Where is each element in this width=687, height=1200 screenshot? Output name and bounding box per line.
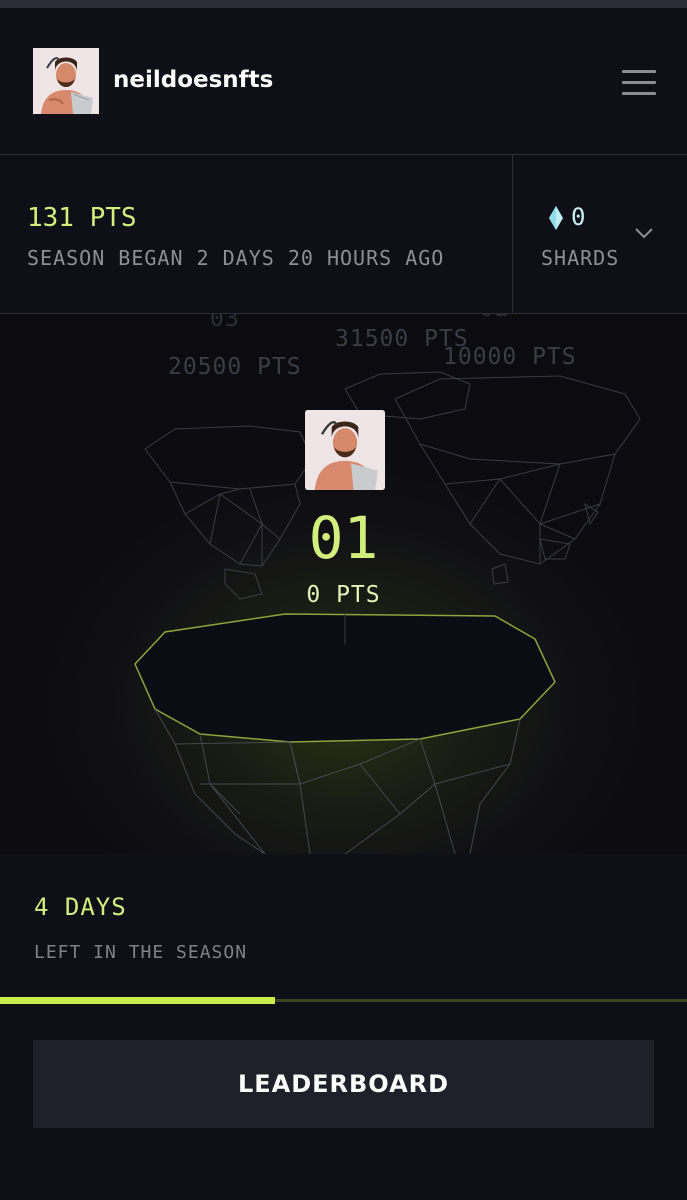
portrait-icon: [33, 48, 99, 114]
rank-avatar: [305, 410, 385, 490]
shards-count: 0: [571, 203, 586, 231]
app-header: neildoesnfts: [0, 8, 687, 154]
ghost-rank-second: 02: [480, 314, 510, 322]
ghost-rank-third: 03: [210, 314, 240, 332]
shards-label: SHARDS: [541, 246, 620, 270]
points-total: 131 PTS: [27, 203, 137, 233]
stats-bar: 131 PTS SEASON BEGAN 2 DAYS 20 HOURS AGO…: [0, 154, 687, 314]
shards-dropdown[interactable]: 0 SHARDS: [513, 155, 687, 313]
season-began-text: SEASON BEGAN 2 DAYS 20 HOURS AGO: [27, 246, 445, 270]
ghost-points-second: 10000 PTS: [443, 344, 577, 370]
ghost-points-third: 20500 PTS: [168, 354, 302, 380]
hamburger-menu-icon[interactable]: [620, 68, 658, 98]
diamond-icon: [549, 206, 563, 230]
rank-points: 0 PTS: [306, 582, 381, 608]
chevron-down-icon[interactable]: [634, 227, 654, 239]
leaderboard-button[interactable]: LEADERBOARD: [33, 1040, 654, 1128]
avatar[interactable]: [33, 48, 99, 114]
days-left: 4 DAYS: [34, 893, 127, 921]
rank-number: 01: [308, 504, 379, 572]
username: neildoesnfts: [113, 67, 274, 93]
podium-scene: 03 20500 PTS 31500 PTS 02 10000 PTS 01 0…: [0, 314, 687, 854]
top-strip: [0, 0, 687, 8]
days-left-label: LEFT IN THE SEASON: [34, 942, 248, 963]
season-progress-fill: [0, 997, 275, 1004]
portrait-icon: [305, 410, 385, 490]
season-progress-bar: [0, 997, 687, 1004]
